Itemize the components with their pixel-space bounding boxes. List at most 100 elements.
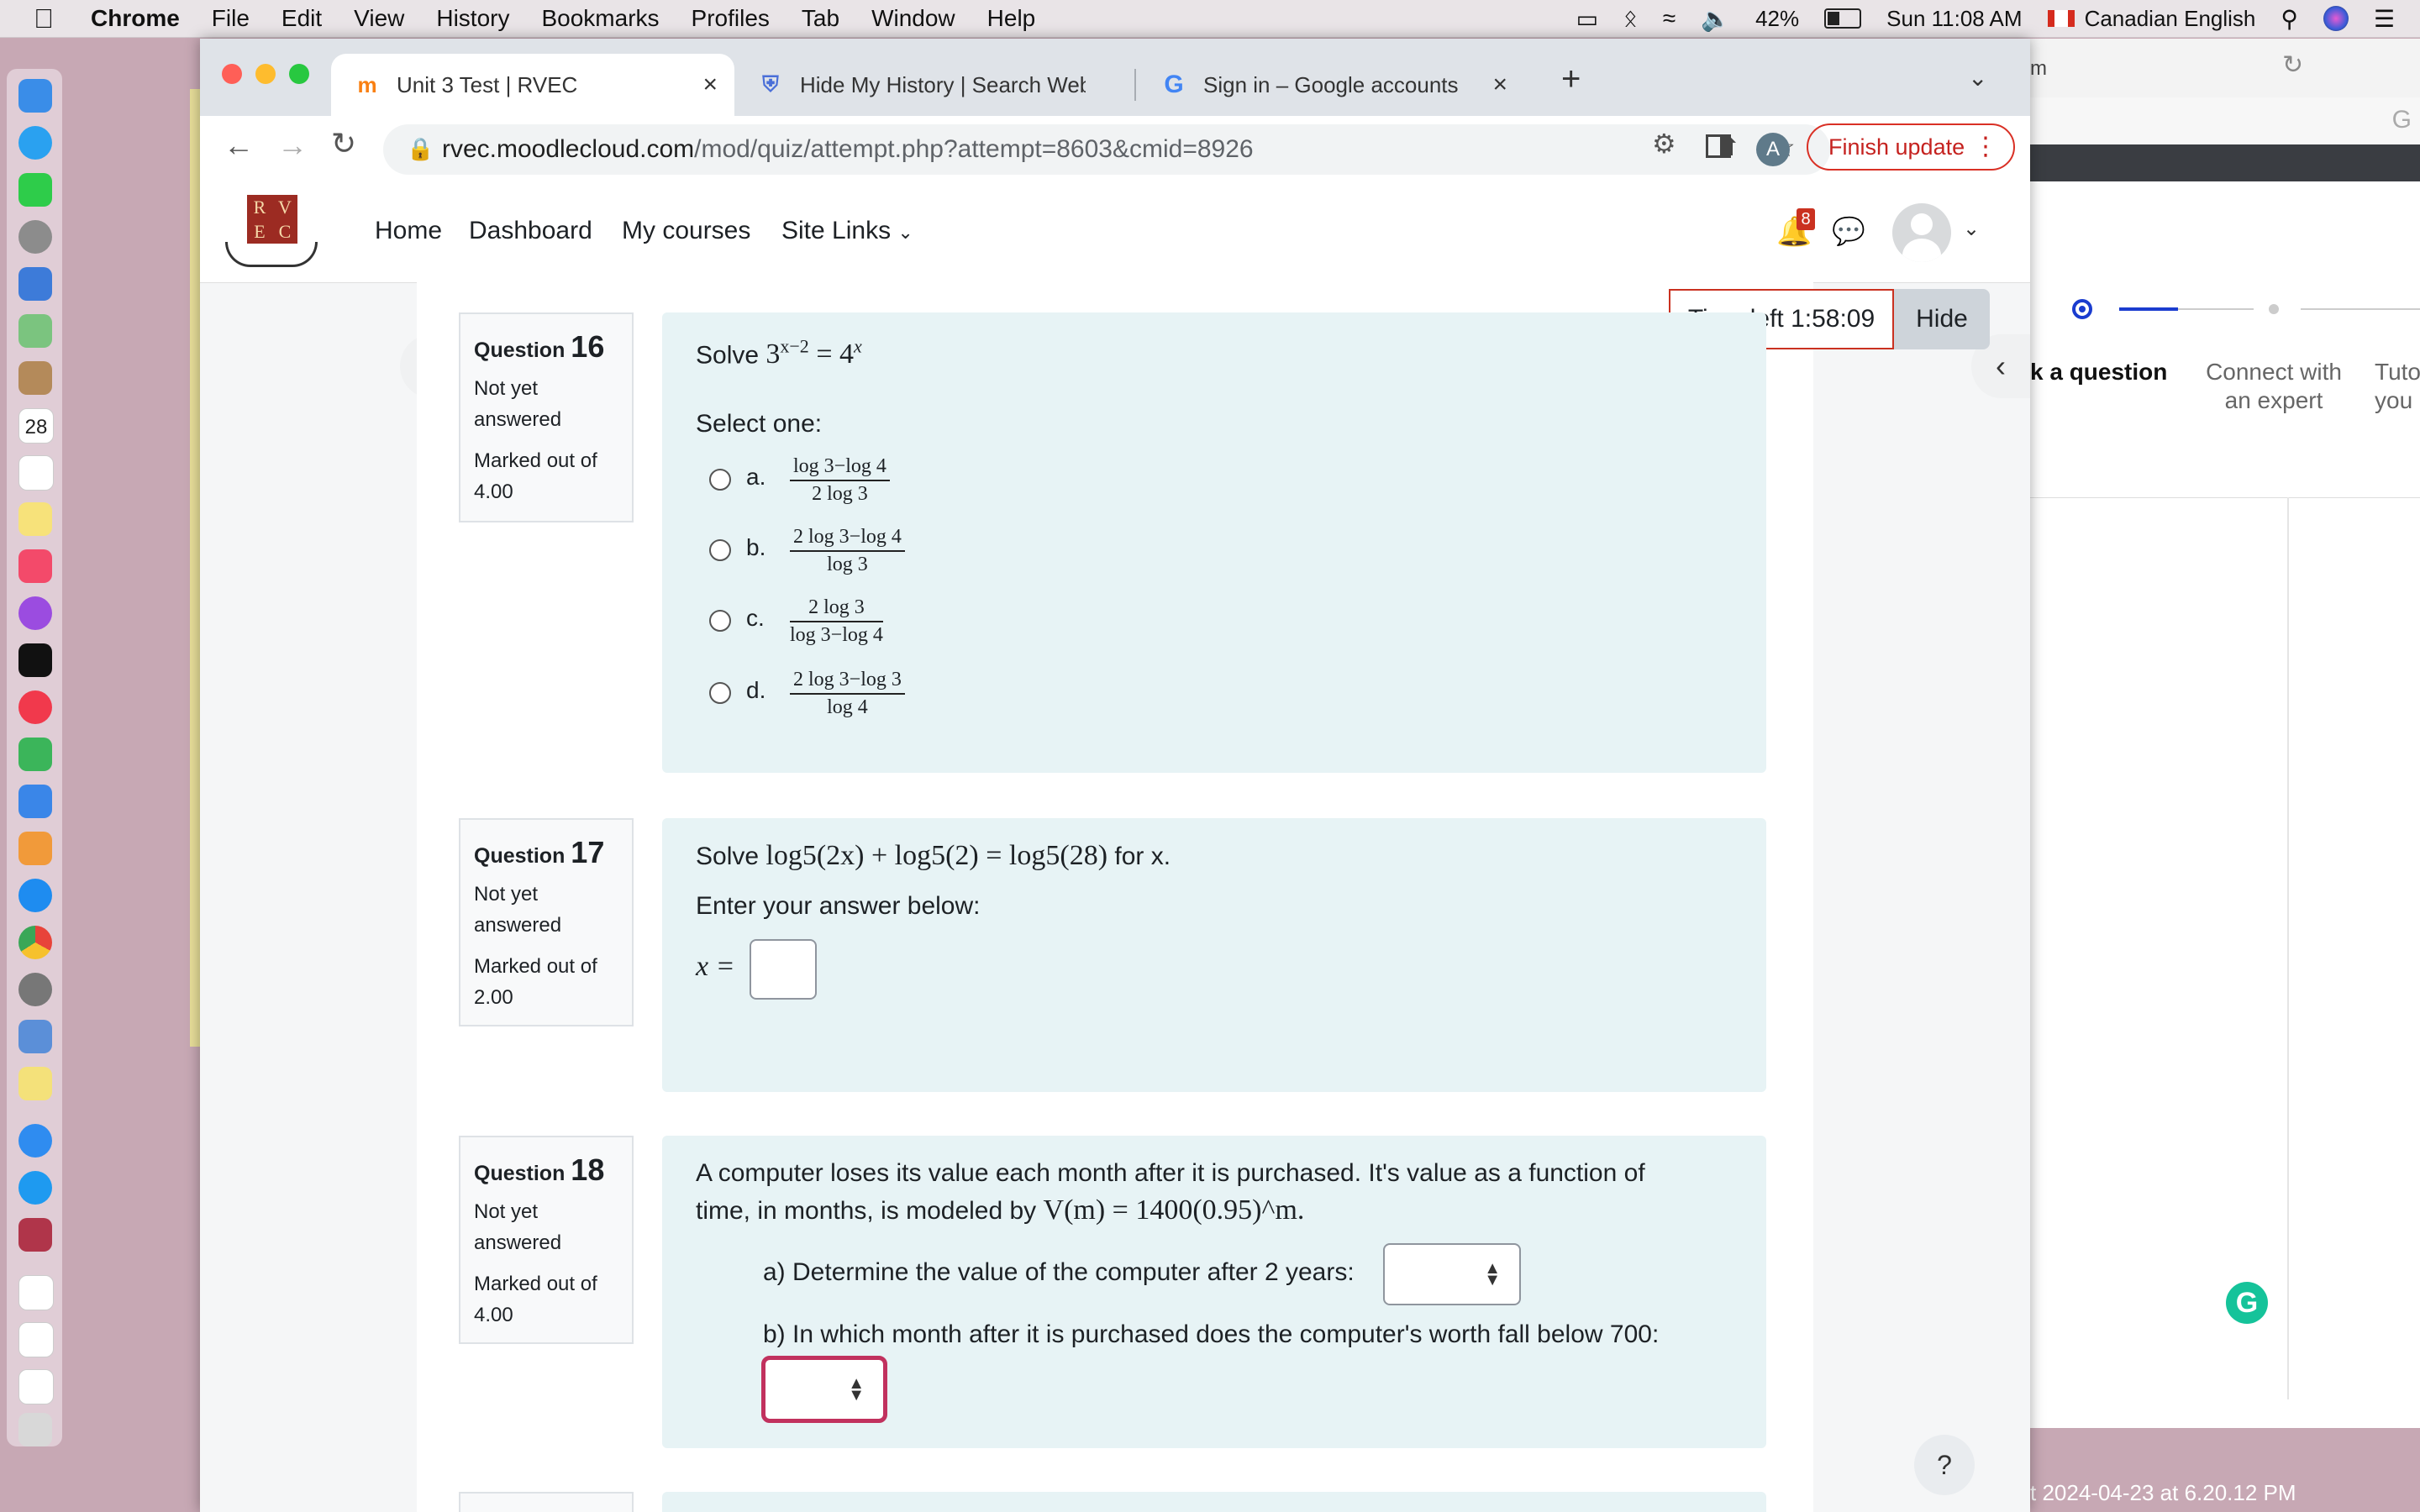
messages-bubble-icon[interactable]: 💬 [1832, 215, 1865, 247]
google-icon[interactable]: G [2392, 106, 2412, 134]
menu-file[interactable]: File [212, 5, 250, 32]
menu-edit[interactable]: Edit [281, 5, 322, 32]
menu-history[interactable]: History [436, 5, 509, 32]
help-button[interactable]: ? [1914, 1435, 1975, 1495]
profile-avatar[interactable]: A [1756, 133, 1790, 166]
finder-icon[interactable] [18, 79, 52, 113]
photo-booth-icon[interactable] [18, 1218, 52, 1252]
siri-icon[interactable] [2323, 6, 2349, 31]
option-fraction-a[interactable]: log 3−log 42 log 3 [790, 455, 890, 506]
prompt-text: Solve [696, 341, 760, 370]
option-fraction-c[interactable]: 2 log 3 log 3−log 4 [790, 596, 883, 647]
nav-site-links[interactable]: Site Links ⌄ [781, 217, 913, 245]
option-fraction-b[interactable]: 2 log 3−log 4 log 3 [790, 526, 905, 576]
bluetooth-icon[interactable]: ᛟ [1623, 5, 1638, 32]
document-thumbnail-icon[interactable] [18, 1369, 54, 1404]
tab-google-sign-in[interactable]: G Sign in – Google accounts × [1138, 54, 1524, 116]
messages-icon[interactable] [18, 126, 52, 160]
clock[interactable]: Sun 11:08 AM [1886, 6, 2022, 32]
keynote-icon[interactable] [18, 785, 52, 818]
step-ask-question[interactable]: k a question [2030, 358, 2167, 386]
part-a-select[interactable]: ▲ ▼ [1383, 1243, 1521, 1305]
reload-icon[interactable]: ↻ [331, 126, 356, 161]
address-bar[interactable]: 🔒 rvec.moodlecloud.com/mod/quiz/attempt.… [383, 124, 1830, 175]
step-connect-expert[interactable]: Connect with an expert [2190, 358, 2358, 415]
tab-hide-my-history[interactable]: ⛨ Hide My History | Search Web [734, 54, 1121, 116]
reminders-icon[interactable] [18, 455, 54, 491]
launchpad-icon[interactable] [18, 220, 52, 254]
safari-icon[interactable] [18, 1124, 52, 1158]
question-text-line1: A computer loses its value each month af… [696, 1159, 1645, 1187]
rvec-logo[interactable]: R V E C [225, 195, 318, 270]
more-menu-icon[interactable]: ⋮ [1973, 132, 1998, 161]
minimize-window-icon[interactable] [255, 64, 276, 84]
close-window-icon[interactable] [222, 64, 242, 84]
music-icon[interactable] [18, 549, 52, 583]
question-box-18: A computer loses its value each month af… [662, 1136, 1766, 1448]
extensions-puzzle-icon[interactable]: ⚙ [1652, 128, 1676, 160]
maps-icon[interactable] [18, 314, 52, 348]
chrome-icon[interactable] [18, 926, 52, 959]
trash-icon[interactable] [18, 1413, 52, 1446]
mail-icon[interactable] [18, 267, 52, 301]
forward-arrow-icon[interactable]: → [277, 128, 308, 163]
back-arrow-icon[interactable]: ← [224, 128, 254, 163]
spotlight-search-icon[interactable]: ⚲ [2281, 5, 2298, 33]
menu-help[interactable]: Help [987, 5, 1036, 32]
battery-icon[interactable] [1824, 8, 1862, 29]
apple-tv-icon[interactable] [18, 643, 52, 677]
contacts-icon[interactable] [18, 361, 52, 395]
edge-icon[interactable] [18, 1171, 52, 1205]
tab-unit3-test[interactable]: m Unit 3 Test | RVEC × [331, 54, 734, 116]
preview-icon[interactable] [18, 1020, 52, 1053]
numbers-icon[interactable] [18, 738, 52, 771]
document-thumbnail-icon[interactable] [18, 1322, 54, 1357]
finish-update-button[interactable]: Finish update ⋮ [1807, 123, 2015, 171]
menu-app-name[interactable]: Chrome [91, 5, 180, 32]
menu-view[interactable]: View [354, 5, 404, 32]
document-thumbnail-icon[interactable] [18, 1275, 54, 1310]
user-menu-chevron-icon[interactable]: ⌄ [1963, 217, 1980, 241]
radio-option-a[interactable] [709, 469, 731, 491]
step-tutor[interactable]: Tuto you [2375, 358, 2420, 415]
system-preferences-icon[interactable] [18, 973, 52, 1006]
nav-dashboard[interactable]: Dashboard [469, 217, 592, 245]
close-tab-icon[interactable]: × [1492, 71, 1507, 99]
apple-icon[interactable]:  [34, 3, 59, 34]
nav-home[interactable]: Home [375, 217, 442, 245]
facetime-icon[interactable] [18, 173, 52, 207]
close-tab-icon[interactable]: × [702, 71, 718, 99]
pages-icon[interactable] [18, 832, 52, 865]
control-center-icon[interactable]: ☰ [2374, 5, 2395, 33]
new-tab-icon[interactable]: + [1561, 60, 1581, 98]
podcasts-icon[interactable] [18, 596, 52, 630]
notes-icon[interactable] [18, 502, 52, 536]
answer-input-17[interactable] [750, 939, 817, 1000]
calendar-icon[interactable]: 28 [18, 408, 54, 444]
nav-my-courses[interactable]: My courses [622, 217, 750, 245]
option-fraction-d[interactable]: 2 log 3−log 3 log 4 [790, 669, 905, 719]
radio-option-b[interactable] [709, 539, 731, 561]
menu-tab[interactable]: Tab [802, 5, 839, 32]
volume-icon[interactable]: 🔈 [1701, 5, 1730, 33]
user-avatar[interactable] [1892, 203, 1951, 262]
airplay-icon[interactable]: ▭ [1576, 5, 1598, 33]
hide-timer-button[interactable]: Hide [1894, 289, 1990, 349]
app-store-icon[interactable] [18, 879, 52, 912]
lock-icon[interactable]: 🔒 [407, 136, 434, 162]
reload-icon[interactable]: ↻ [2282, 50, 2303, 80]
part-b-select[interactable]: ▲ ▼ [761, 1356, 887, 1423]
wifi-icon[interactable]: ≈ [1663, 5, 1676, 32]
radio-option-d[interactable] [709, 682, 731, 704]
stickies-icon[interactable] [18, 1067, 52, 1100]
grammarly-icon[interactable]: G [2226, 1282, 2268, 1324]
radio-option-c[interactable] [709, 610, 731, 632]
menu-window[interactable]: Window [871, 5, 955, 32]
news-icon[interactable] [18, 690, 52, 724]
zoom-window-icon[interactable] [289, 64, 309, 84]
tab-search-chevron-icon[interactable]: ⌄ [1968, 64, 1987, 92]
menu-profiles[interactable]: Profiles [692, 5, 770, 32]
menu-bookmarks[interactable]: Bookmarks [541, 5, 659, 32]
input-language[interactable]: Canadian English [2085, 6, 2256, 32]
side-panel-icon[interactable] [1706, 134, 1731, 158]
